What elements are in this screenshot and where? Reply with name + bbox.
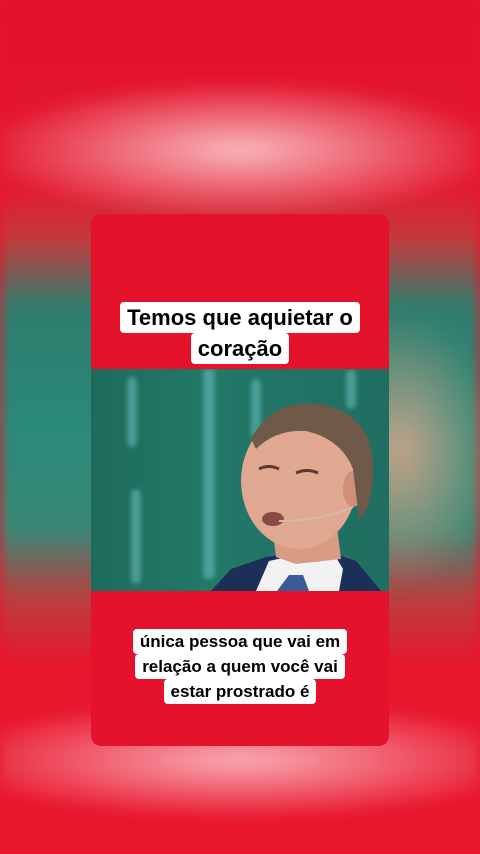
- caption-bottom-line-1: única pessoa que vai em: [132, 629, 348, 654]
- caption-bottom-line-3: estar prostrado é: [163, 679, 317, 704]
- speaker-figure: [211, 403, 381, 591]
- caption-bottom: única pessoa que vai em relação a quem v…: [91, 629, 389, 704]
- caption-top: Temos que aquietar o coração: [91, 302, 389, 364]
- caption-bottom-line-2: relação a quem você vai: [135, 654, 345, 679]
- video-frame[interactable]: [91, 369, 389, 591]
- video-card[interactable]: Temos que aquietar o coração única pesso…: [91, 214, 389, 746]
- caption-top-line-1: Temos que aquietar o: [120, 302, 360, 333]
- caption-top-line-2: coração: [190, 333, 290, 364]
